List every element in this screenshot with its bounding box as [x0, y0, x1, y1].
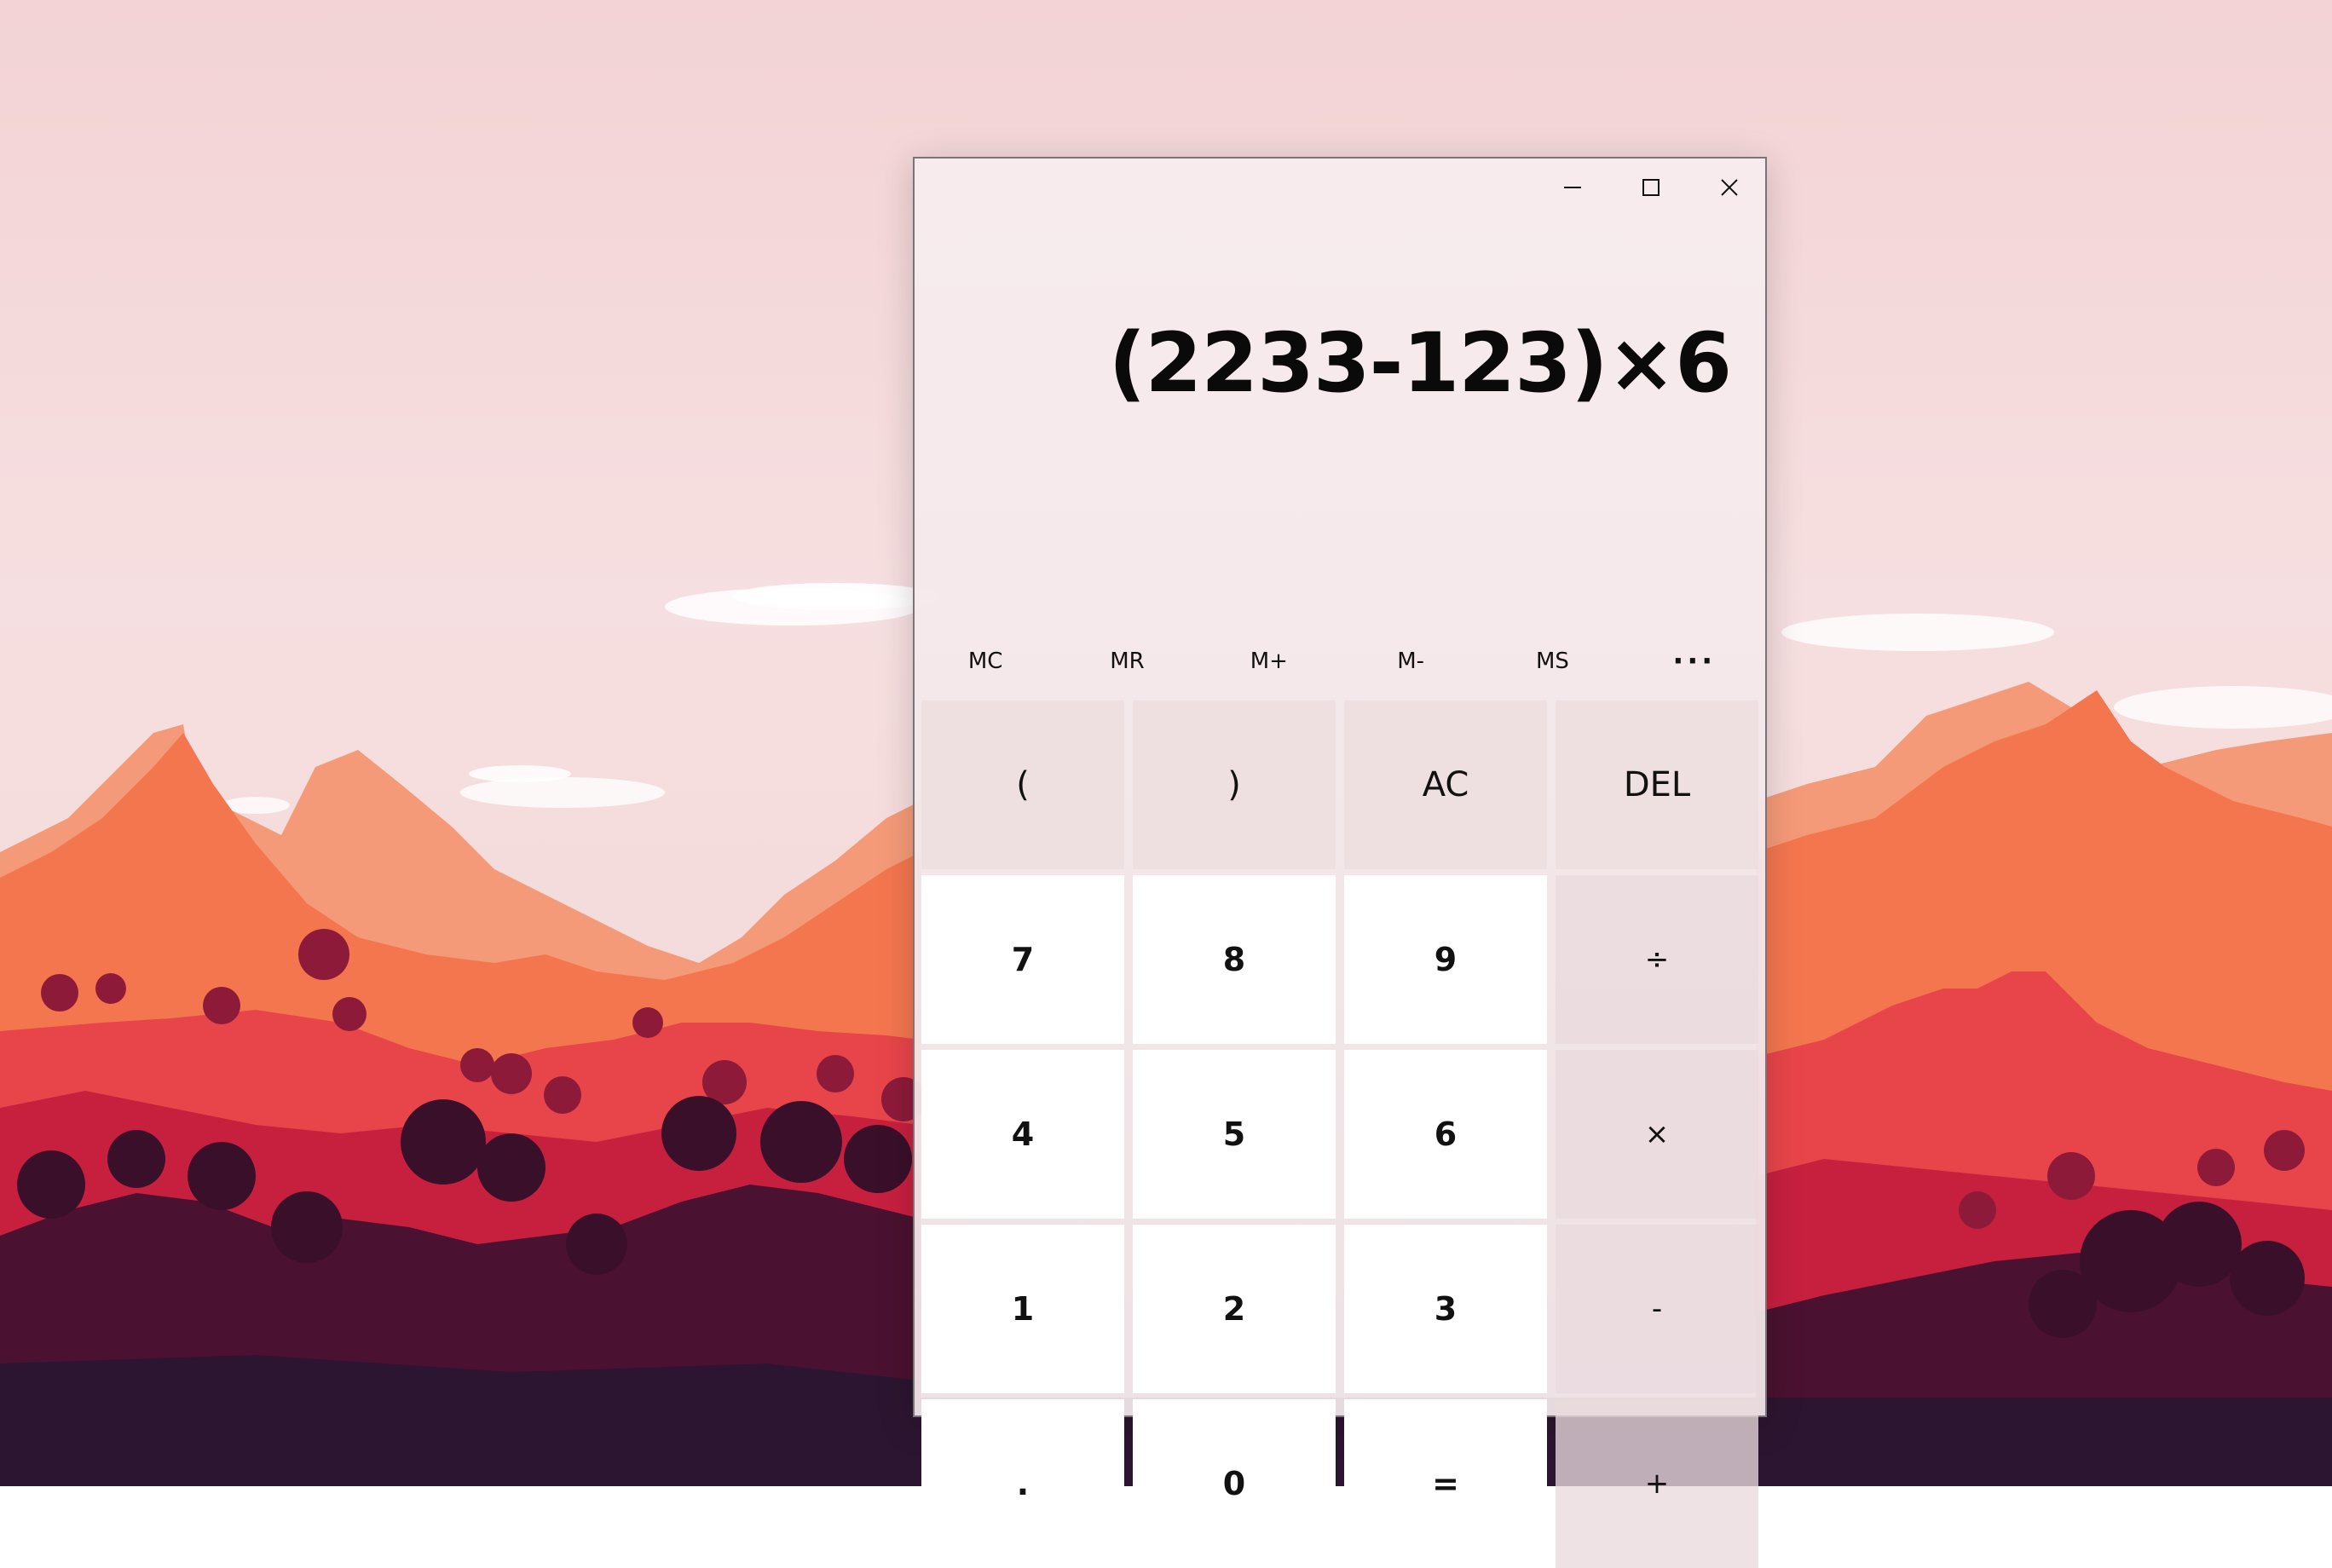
memory-add-button[interactable]: M+ — [1198, 619, 1340, 704]
add-button[interactable]: + — [1556, 1399, 1758, 1568]
digit-6-button[interactable]: 6 — [1344, 1050, 1547, 1219]
digit-9-button[interactable]: 9 — [1344, 875, 1547, 1044]
calculator-window: (2233-123)×6 MC MR M+ M- MS ··· ( ) AC D… — [913, 157, 1767, 1568]
memory-clear-button[interactable]: MC — [915, 619, 1056, 704]
all-clear-button[interactable]: AC — [1344, 700, 1547, 869]
digit-3-button[interactable]: 3 — [1344, 1225, 1547, 1393]
digit-5-button[interactable]: 5 — [1133, 1050, 1336, 1219]
digit-7-button[interactable]: 7 — [921, 875, 1124, 1044]
close-paren-button[interactable]: ) — [1133, 700, 1336, 869]
memory-store-button[interactable]: MS — [1481, 619, 1623, 704]
digit-8-button[interactable]: 8 — [1133, 875, 1336, 1044]
digit-1-button[interactable]: 1 — [921, 1225, 1124, 1393]
memory-bar: MC MR M+ M- MS ··· — [915, 619, 1765, 704]
memory-recall-button[interactable]: MR — [1056, 619, 1198, 704]
decimal-button[interactable]: . — [921, 1399, 1124, 1568]
open-paren-button[interactable]: ( — [921, 700, 1124, 869]
more-options-button[interactable]: ··· — [1624, 619, 1765, 704]
digit-0-button[interactable]: 0 — [1133, 1399, 1336, 1568]
memory-subtract-button[interactable]: M- — [1340, 619, 1481, 704]
divide-button[interactable]: ÷ — [1556, 875, 1758, 1044]
minimize-icon — [1563, 178, 1582, 197]
expression-display: (2233-123)×6 — [1108, 315, 1732, 411]
multiply-button[interactable]: × — [1556, 1050, 1758, 1219]
delete-button[interactable]: DEL — [1556, 700, 1758, 869]
maximize-button[interactable] — [1612, 159, 1690, 216]
close-button[interactable] — [1690, 159, 1769, 216]
title-bar — [915, 159, 1765, 216]
maximize-icon — [1642, 178, 1660, 197]
digit-4-button[interactable]: 4 — [921, 1050, 1124, 1219]
digit-2-button[interactable]: 2 — [1133, 1225, 1336, 1393]
close-icon — [1720, 178, 1739, 197]
equals-button[interactable]: = — [1344, 1399, 1547, 1568]
minimize-button[interactable] — [1533, 159, 1612, 216]
subtract-button[interactable]: - — [1556, 1225, 1758, 1393]
